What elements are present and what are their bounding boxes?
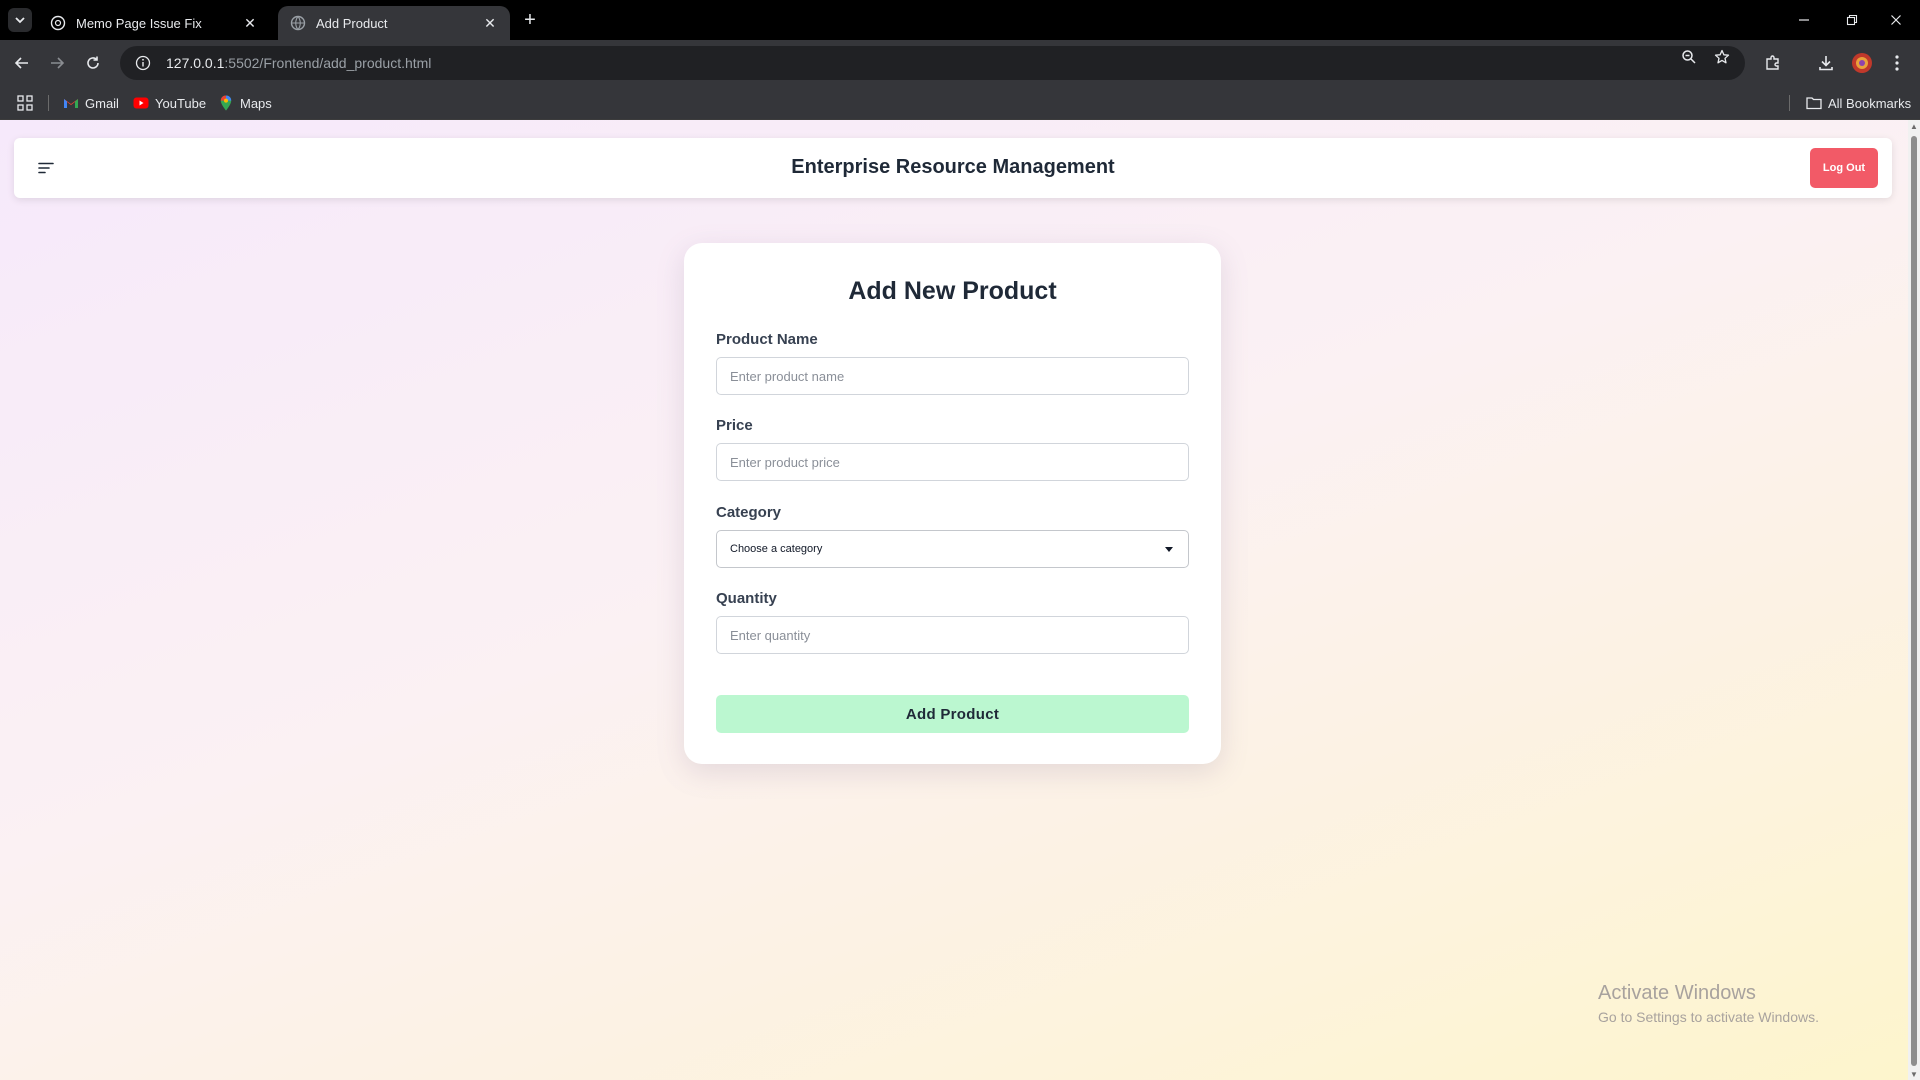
bookmark-maps[interactable]: Maps <box>218 93 272 113</box>
browser-tab-bar: Memo Page Issue Fix ✕ Add Product ✕ + <box>0 0 1920 40</box>
extensions-icon[interactable] <box>1761 51 1785 75</box>
chatgpt-icon <box>50 15 66 31</box>
site-info-icon[interactable] <box>134 54 152 72</box>
windows-activation-watermark: Activate Windows Go to Settings to activ… <box>1598 982 1819 1025</box>
arrow-left-icon <box>14 57 28 69</box>
bookmark-gmail[interactable]: Gmail <box>63 93 119 113</box>
maps-icon <box>218 95 234 111</box>
back-button[interactable] <box>8 49 36 77</box>
caret-down-icon <box>1163 543 1175 555</box>
minimize-button[interactable] <box>1786 6 1822 34</box>
new-tab-button[interactable]: + <box>518 8 542 32</box>
forward-button[interactable] <box>43 49 71 77</box>
price-label: Price <box>716 417 753 434</box>
close-icon[interactable]: ✕ <box>482 15 498 31</box>
url-path: :5502/Frontend/add_product.html <box>224 55 432 71</box>
add-product-card: Add New Product Product Name Price Categ… <box>684 243 1221 764</box>
bookmark-label: Maps <box>240 95 272 111</box>
scroll-down-arrow-icon[interactable]: ▼ <box>1910 1070 1918 1079</box>
url-host: 127.0.0.1 <box>166 55 225 71</box>
url-text: 127.0.0.1:5502/Frontend/add_product.html <box>166 55 431 71</box>
app-title: Enterprise Resource Management <box>791 156 1115 178</box>
scroll-up-arrow-icon[interactable]: ▲ <box>1910 122 1918 131</box>
category-select[interactable]: Choose a category <box>716 530 1189 568</box>
category-label: Category <box>716 504 782 521</box>
globe-icon <box>290 15 306 31</box>
apps-grid-icon <box>17 95 33 111</box>
all-bookmarks-label: All Bookmarks <box>1828 95 1912 111</box>
close-icon[interactable]: ✕ <box>242 15 258 31</box>
apps-button[interactable] <box>17 93 33 113</box>
bookmarks-bar: Gmail YouTube Maps All Bookmarks <box>0 86 1920 120</box>
restore-icon <box>1846 14 1858 26</box>
tab-title: Memo Page Issue Fix <box>76 15 202 31</box>
folder-icon <box>1806 95 1822 111</box>
tab-search-button[interactable] <box>8 8 32 32</box>
close-icon <box>1891 15 1901 25</box>
bookmark-youtube[interactable]: YouTube <box>133 93 206 113</box>
arrow-right-icon <box>51 57 65 69</box>
bookmark-label: Gmail <box>85 95 119 111</box>
profile-avatar[interactable] <box>1850 51 1874 75</box>
zoom-icon[interactable] <box>1679 47 1699 67</box>
add-product-button[interactable]: Add Product <box>716 695 1189 733</box>
bookmarks-divider <box>48 95 49 111</box>
quantity-input[interactable] <box>716 616 1189 654</box>
tab-title: Add Product <box>316 15 388 31</box>
app-header: Enterprise Resource Management Log Out <box>14 138 1892 198</box>
chevron-down-icon <box>15 17 25 24</box>
close-window-button[interactable] <box>1878 6 1914 34</box>
minimize-icon <box>1799 19 1809 21</box>
logout-button[interactable]: Log Out <box>1810 148 1878 188</box>
bookmark-star-icon[interactable] <box>1712 47 1732 67</box>
bookmark-label: YouTube <box>155 95 207 111</box>
download-icon[interactable] <box>1814 51 1838 75</box>
youtube-icon <box>133 95 149 111</box>
watermark-title: Activate Windows <box>1598 982 1756 1004</box>
product-name-label: Product Name <box>716 331 818 348</box>
watermark-subtitle: Go to Settings to activate Windows. <box>1598 1009 1819 1025</box>
reload-button[interactable] <box>79 49 107 77</box>
page-scrollbar[interactable]: ▲ ▼ <box>1908 120 1920 1080</box>
tab-memo-page[interactable]: Memo Page Issue Fix ✕ <box>38 6 270 40</box>
quantity-label: Quantity <box>716 590 777 607</box>
tab-add-product[interactable]: Add Product ✕ <box>278 6 510 40</box>
reload-icon <box>87 56 99 69</box>
scrollbar-thumb[interactable] <box>1911 136 1917 1066</box>
restore-button[interactable] <box>1834 6 1870 34</box>
form-title: Add New Product <box>848 277 1057 305</box>
bookmarks-divider <box>1789 95 1790 111</box>
gmail-icon <box>63 95 79 111</box>
kebab-menu-icon[interactable] <box>1885 51 1909 75</box>
browser-toolbar: 127.0.0.1:5502/Frontend/add_product.html <box>0 40 1920 86</box>
all-bookmarks-button[interactable]: All Bookmarks <box>1806 93 1911 113</box>
product-name-input[interactable] <box>716 357 1189 395</box>
page-viewport: Enterprise Resource Management Log Out A… <box>0 120 1920 1080</box>
address-bar[interactable]: 127.0.0.1:5502/Frontend/add_product.html <box>120 46 1745 80</box>
price-input[interactable] <box>716 443 1189 481</box>
category-selected-value: Choose a category <box>730 543 823 555</box>
